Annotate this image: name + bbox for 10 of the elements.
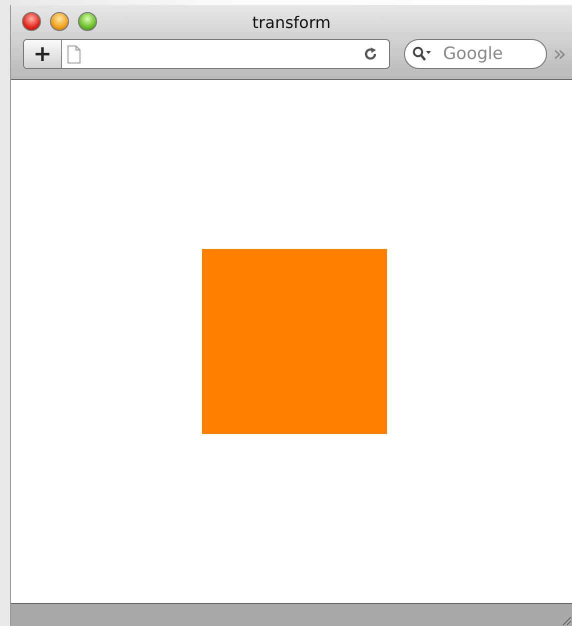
search-field[interactable]: Google [404,39,547,69]
address-bar[interactable]: + [23,39,390,69]
reload-icon[interactable] [363,46,379,62]
page-icon [67,44,81,64]
window-title: transform [252,12,331,32]
zoom-button[interactable] [78,12,97,31]
add-bookmark-button[interactable]: + [24,40,62,68]
resize-grip-icon[interactable] [560,614,572,626]
minimize-button[interactable] [50,12,69,31]
close-button[interactable] [22,12,41,31]
